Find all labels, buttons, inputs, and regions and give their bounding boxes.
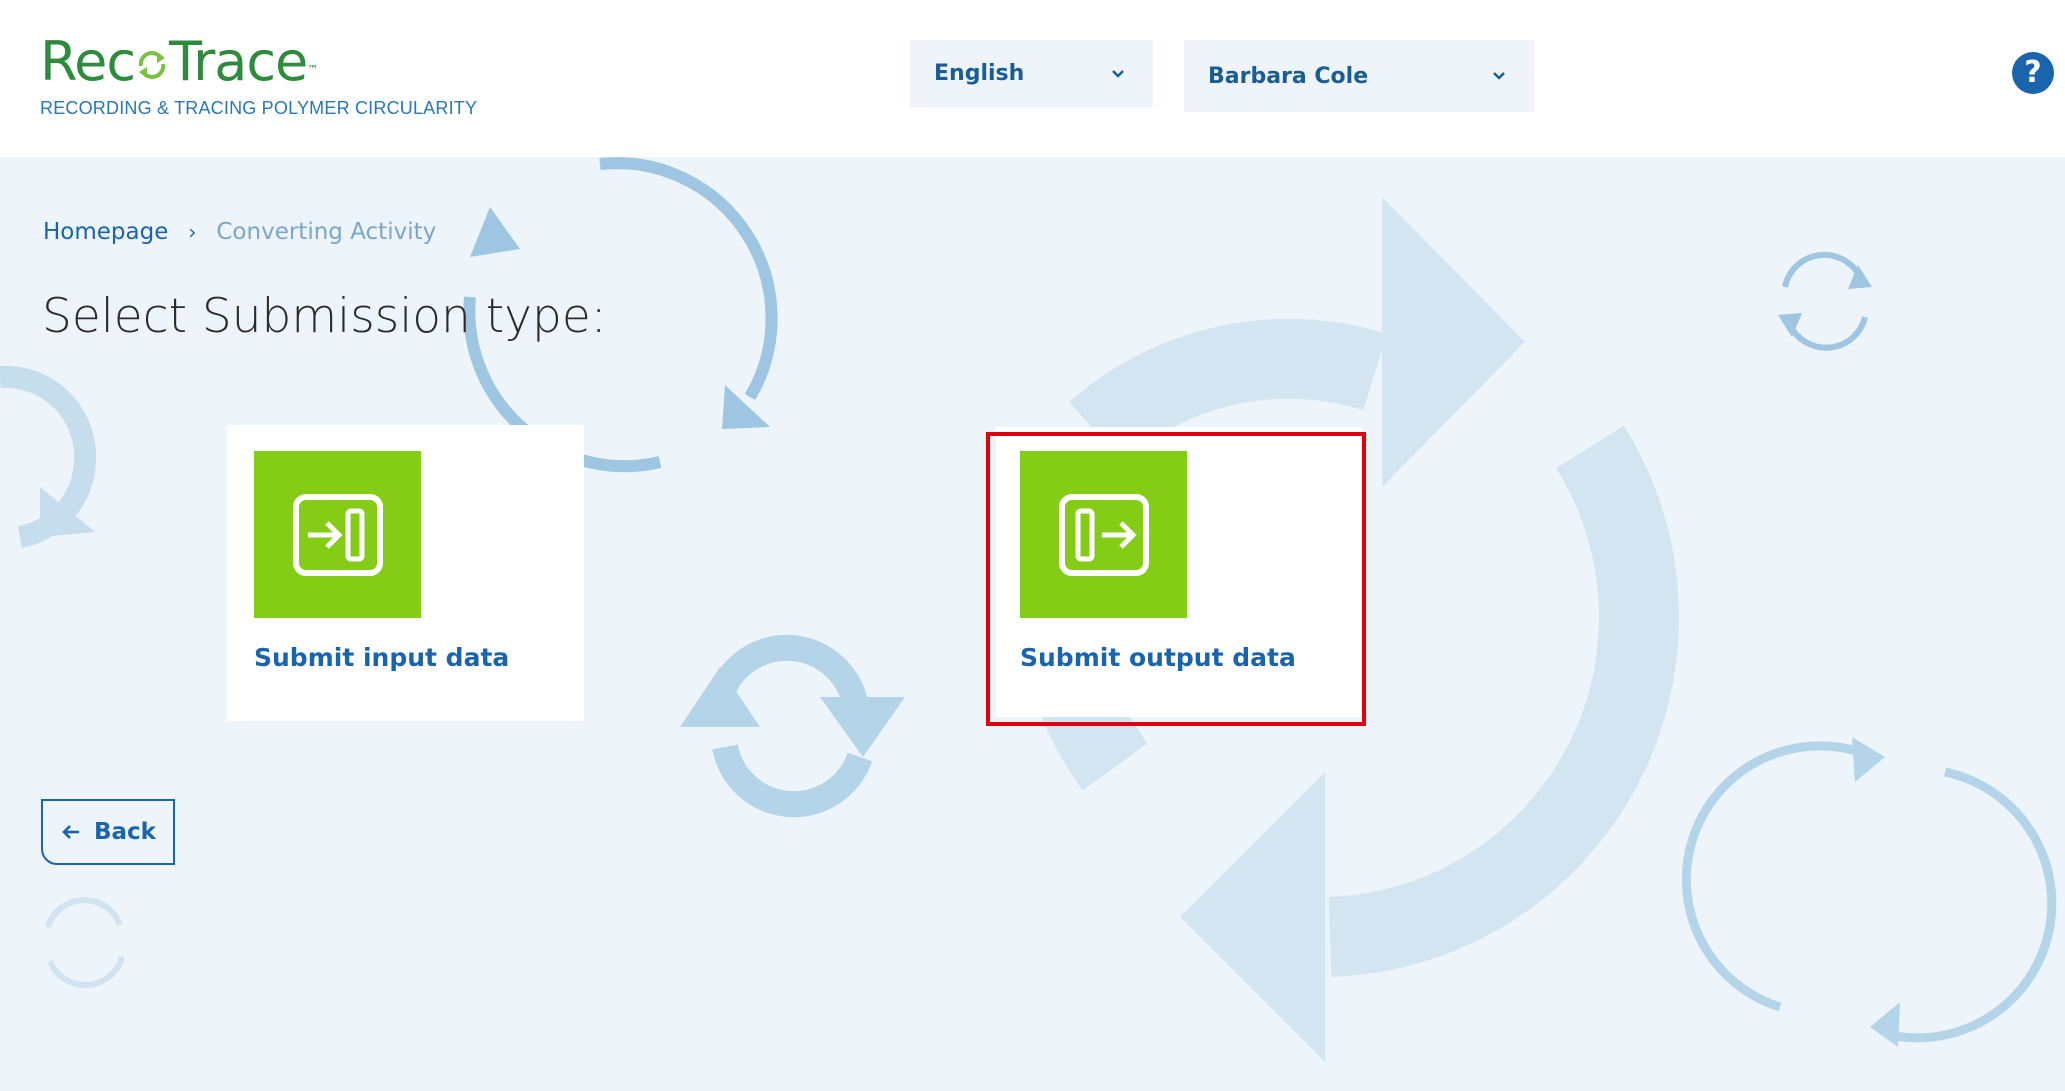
logo-trademark: ™	[307, 63, 319, 76]
language-dropdown[interactable]: English	[910, 40, 1153, 107]
main-content: Homepage › Converting Activity Select Su…	[0, 157, 2065, 1091]
submit-input-data-card[interactable]: Submit input data	[227, 425, 584, 721]
export-arrow-icon	[1020, 451, 1187, 618]
submit-output-data-label: Submit output data	[1020, 643, 1296, 672]
export-icon-graphic	[1058, 493, 1149, 576]
chevron-down-icon	[1493, 72, 1505, 80]
user-menu-dropdown[interactable]: Barbara Cole	[1184, 40, 1534, 112]
back-button-label: Back	[94, 819, 156, 845]
language-selected: English	[934, 61, 1025, 86]
arrow-left-icon	[62, 825, 79, 839]
breadcrumb-current: Converting Activity	[216, 219, 437, 245]
page-title: Select Submission type:	[42, 289, 607, 344]
recycle-o-icon	[138, 51, 166, 79]
recotrace-logo[interactable]: Rec Trace™ RECORDING & TRACING POLYMER C…	[40, 32, 477, 119]
logo-word-post: Trace	[169, 30, 308, 93]
logo-tagline: RECORDING & TRACING POLYMER CIRCULARITY	[40, 98, 478, 118]
top-header: Rec Trace™ RECORDING & TRACING POLYMER C…	[0, 0, 2065, 157]
breadcrumb-separator: ›	[188, 220, 197, 244]
logo-word-pre: Rec	[40, 30, 136, 93]
submit-input-data-label: Submit input data	[254, 643, 510, 672]
user-name: Barbara Cole	[1208, 63, 1369, 89]
chevron-down-icon	[1112, 69, 1124, 78]
back-button[interactable]: Back	[41, 799, 175, 865]
breadcrumb-home-link[interactable]: Homepage	[43, 219, 168, 245]
help-icon[interactable]: ?	[2012, 52, 2054, 94]
import-arrow-icon	[254, 451, 421, 618]
logo-wordmark: Rec Trace™	[40, 32, 477, 92]
submit-output-data-card[interactable]: Submit output data	[996, 427, 1362, 717]
breadcrumb: Homepage › Converting Activity	[43, 219, 436, 245]
import-icon-graphic	[292, 493, 383, 576]
